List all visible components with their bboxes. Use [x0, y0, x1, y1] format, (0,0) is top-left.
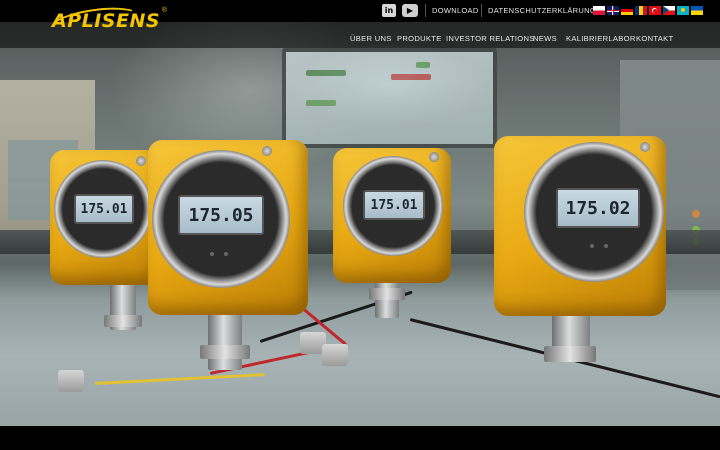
- flag-uk-icon[interactable]: [607, 6, 619, 15]
- flag-de-icon[interactable]: [621, 6, 633, 15]
- nav-item-investor-relations[interactable]: INVESTOR RELATIONS: [446, 34, 535, 43]
- privacy-link[interactable]: DATENSCHUTZERKLÄRUNG: [488, 6, 596, 15]
- lcd-display: 175.02: [556, 188, 640, 228]
- cable-clip: [58, 370, 84, 392]
- nav-item-kalibrierlabor[interactable]: KALIBRIERLABOR: [566, 34, 636, 43]
- hero-photo: 175.01 175.05 175.01 175.02: [0, 0, 720, 426]
- flag-tr-icon[interactable]: [649, 6, 661, 15]
- aplisens-logo[interactable]: APLISENS ®: [48, 2, 167, 42]
- download-link[interactable]: DOWNLOAD: [432, 6, 479, 15]
- nav-item-produkte[interactable]: PRODUKTE: [397, 34, 442, 43]
- cable-clip: [322, 344, 348, 366]
- bottom-bar: [0, 426, 720, 450]
- divider: [425, 4, 426, 17]
- flag-cz-icon[interactable]: [663, 6, 675, 15]
- lcd-display: 175.01: [74, 194, 134, 224]
- lcd-display: 175.05: [178, 195, 264, 235]
- logo-text: APLISENS: [52, 10, 161, 32]
- youtube-icon[interactable]: ▶: [402, 4, 418, 17]
- linkedin-icon[interactable]: in: [382, 4, 396, 17]
- background-monitor: [282, 48, 497, 148]
- language-switcher: [593, 6, 703, 15]
- flag-kz-icon[interactable]: [677, 6, 689, 15]
- social-links: in ▶: [382, 4, 418, 17]
- nav-item-kontakt[interactable]: KONTAKT: [636, 34, 673, 43]
- nav-item-ueber-uns[interactable]: ÜBER UNS: [350, 34, 392, 43]
- divider: [481, 4, 482, 17]
- lcd-display: 175.01: [363, 190, 425, 220]
- flag-ro-icon[interactable]: [635, 6, 647, 15]
- flag-pl-icon[interactable]: [593, 6, 605, 15]
- flag-ua-icon[interactable]: [691, 6, 703, 15]
- nav-item-news[interactable]: NEWS: [533, 34, 557, 43]
- registered-mark: ®: [161, 7, 168, 14]
